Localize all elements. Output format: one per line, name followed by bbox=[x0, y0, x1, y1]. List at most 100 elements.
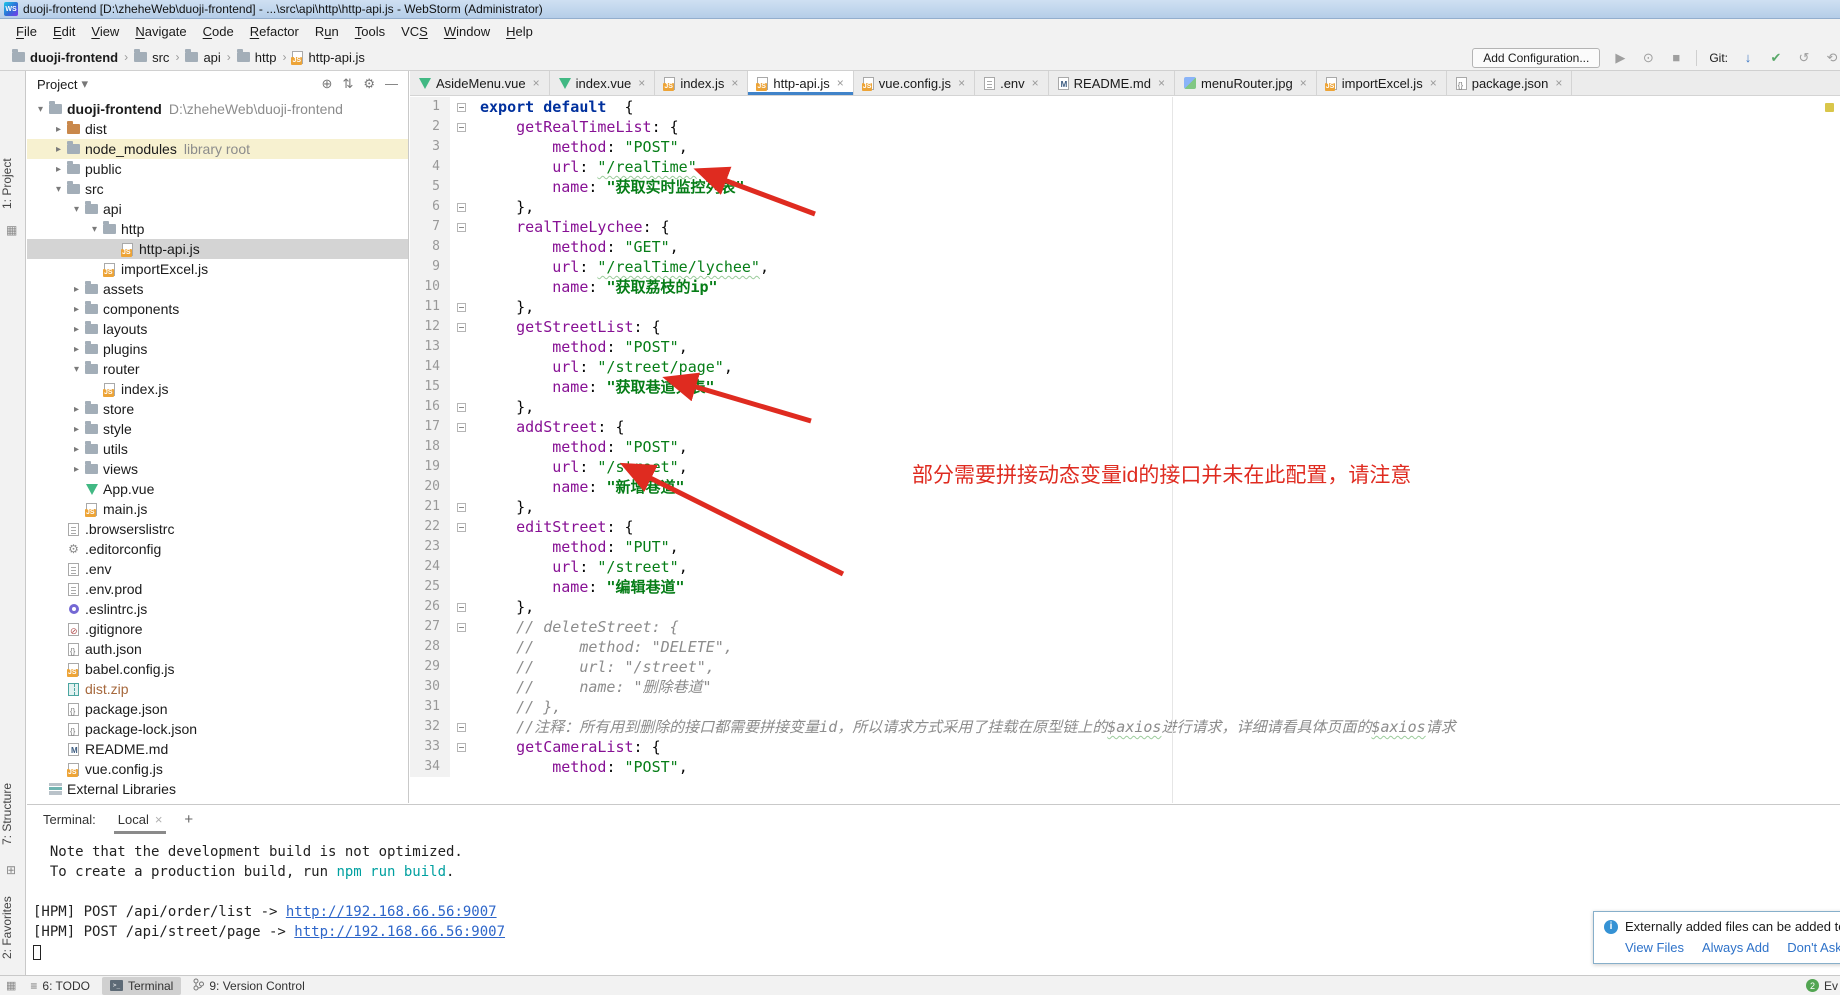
breadcrumb-item-http-api-js[interactable]: http-api.js bbox=[290, 50, 366, 65]
fold-marker[interactable] bbox=[450, 717, 472, 737]
fold-marker[interactable] bbox=[450, 217, 472, 237]
fold-marker[interactable] bbox=[450, 197, 472, 217]
terminal-tab-local[interactable]: Local × bbox=[114, 805, 167, 834]
tree-item--browserslistrc[interactable]: .browserslistrc bbox=[27, 519, 408, 539]
code-line[interactable]: 11 }, bbox=[410, 297, 1840, 317]
line-number[interactable]: 34 bbox=[410, 757, 450, 777]
chevron-down-icon[interactable]: ▾ bbox=[87, 224, 102, 235]
chevron-down-icon[interactable]: ▾ bbox=[81, 76, 88, 92]
breadcrumb-item-http[interactable]: http bbox=[235, 50, 279, 65]
tab-http-api-js[interactable]: http-api.js× bbox=[748, 71, 853, 95]
event-count-badge[interactable]: 2 bbox=[1806, 979, 1819, 992]
line-number[interactable]: 14 bbox=[410, 357, 450, 377]
close-icon[interactable]: × bbox=[1032, 76, 1039, 90]
line-number[interactable]: 21 bbox=[410, 497, 450, 517]
line-number[interactable]: 31 bbox=[410, 697, 450, 717]
fold-box-icon[interactable] bbox=[457, 223, 466, 232]
line-number[interactable]: 9 bbox=[410, 257, 450, 277]
tree-item-components[interactable]: ▸components bbox=[27, 299, 408, 319]
chevron-right-icon[interactable]: ▸ bbox=[51, 124, 66, 135]
code-line[interactable]: 1export default { bbox=[410, 97, 1840, 117]
tree-item--gitignore[interactable]: .gitignore bbox=[27, 619, 408, 639]
line-number[interactable]: 13 bbox=[410, 337, 450, 357]
tree-item-public[interactable]: ▸public bbox=[27, 159, 408, 179]
fold-box-icon[interactable] bbox=[457, 423, 466, 432]
collapse-all-icon[interactable]: ⇅ bbox=[342, 76, 353, 92]
code-line[interactable]: 23 method: "PUT", bbox=[410, 537, 1840, 557]
tree-item--editorconfig[interactable]: .editorconfig bbox=[27, 539, 408, 559]
fold-marker[interactable] bbox=[450, 297, 472, 317]
tree-item-layouts[interactable]: ▸layouts bbox=[27, 319, 408, 339]
tree-item-dist[interactable]: ▸dist bbox=[27, 119, 408, 139]
breadcrumb-item-api[interactable]: api bbox=[183, 50, 222, 65]
fold-marker[interactable] bbox=[450, 397, 472, 417]
fold-box-icon[interactable] bbox=[457, 323, 466, 332]
tree-item-readme-md[interactable]: README.md bbox=[27, 739, 408, 759]
code-line[interactable]: 24 url: "/street", bbox=[410, 557, 1840, 577]
code-line[interactable]: 5 name: "获取实时监控列表" bbox=[410, 177, 1840, 197]
fold-box-icon[interactable] bbox=[457, 523, 466, 532]
tab-vue-config-js[interactable]: vue.config.js× bbox=[854, 71, 975, 95]
fold-marker[interactable] bbox=[450, 517, 472, 537]
code-line[interactable]: 30 // name: "删除巷道" bbox=[410, 677, 1840, 697]
fold-marker[interactable] bbox=[450, 117, 472, 137]
line-number[interactable]: 23 bbox=[410, 537, 450, 557]
tree-item-utils[interactable]: ▸utils bbox=[27, 439, 408, 459]
stripe-project-button[interactable]: 1: Project bbox=[0, 149, 26, 219]
tree-item-auth-json[interactable]: auth.json bbox=[27, 639, 408, 659]
menu-view[interactable]: View bbox=[83, 21, 127, 42]
line-number[interactable]: 24 bbox=[410, 557, 450, 577]
chevron-down-icon[interactable]: ▾ bbox=[69, 204, 84, 215]
tree-item-plugins[interactable]: ▸plugins bbox=[27, 339, 408, 359]
chevron-down-icon[interactable]: ▾ bbox=[51, 184, 66, 195]
code-line[interactable]: 9 url: "/realTime/lychee", bbox=[410, 257, 1840, 277]
tree-item-src[interactable]: ▾src bbox=[27, 179, 408, 199]
chevron-right-icon[interactable]: ▸ bbox=[69, 444, 84, 455]
tree-item-external-libraries[interactable]: External Libraries bbox=[27, 779, 408, 799]
tree-item--env[interactable]: .env bbox=[27, 559, 408, 579]
close-icon[interactable]: × bbox=[1430, 76, 1437, 90]
menu-window[interactable]: Window bbox=[436, 21, 498, 42]
line-number[interactable]: 8 bbox=[410, 237, 450, 257]
fold-marker[interactable] bbox=[450, 97, 472, 117]
code-line[interactable]: 28 // method: "DELETE", bbox=[410, 637, 1840, 657]
line-number[interactable]: 15 bbox=[410, 377, 450, 397]
line-number[interactable]: 28 bbox=[410, 637, 450, 657]
code-line[interactable]: 31 // }, bbox=[410, 697, 1840, 717]
tree-item-package-lock-json[interactable]: package-lock.json bbox=[27, 719, 408, 739]
fold-box-icon[interactable] bbox=[457, 203, 466, 212]
line-number[interactable]: 29 bbox=[410, 657, 450, 677]
statusbar-9--version-control[interactable]: 9: Version Control bbox=[185, 977, 312, 995]
tree-item-api[interactable]: ▾api bbox=[27, 199, 408, 219]
tree-item-index-js[interactable]: index.js bbox=[27, 379, 408, 399]
tab-menurouter-jpg[interactable]: menuRouter.jpg× bbox=[1175, 71, 1317, 95]
line-number[interactable]: 33 bbox=[410, 737, 450, 757]
code-line[interactable]: 21 }, bbox=[410, 497, 1840, 517]
code-line[interactable]: 32 //注释：所有用到删除的接口都需要拼接变量id，所以请求方式采用了挂载在原… bbox=[410, 717, 1840, 737]
code-line[interactable]: 18 method: "POST", bbox=[410, 437, 1840, 457]
tab-index-js[interactable]: index.js× bbox=[655, 71, 748, 95]
close-icon[interactable]: × bbox=[1158, 76, 1165, 90]
fold-box-icon[interactable] bbox=[457, 723, 466, 732]
notification-action-view-files[interactable]: View Files bbox=[1625, 940, 1684, 955]
git-commit-icon[interactable]: ✔ bbox=[1768, 50, 1784, 66]
code-line[interactable]: 22 editStreet: { bbox=[410, 517, 1840, 537]
line-number[interactable]: 16 bbox=[410, 397, 450, 417]
close-icon[interactable]: × bbox=[533, 76, 540, 90]
locate-icon[interactable]: ⊕ bbox=[322, 76, 333, 92]
terminal-cursor[interactable] bbox=[33, 945, 41, 960]
fold-marker[interactable] bbox=[450, 417, 472, 437]
tree-item--env-prod[interactable]: .env.prod bbox=[27, 579, 408, 599]
line-number[interactable]: 3 bbox=[410, 137, 450, 157]
fold-box-icon[interactable] bbox=[457, 123, 466, 132]
fold-marker[interactable] bbox=[450, 737, 472, 757]
event-log-label[interactable]: Ev bbox=[1824, 979, 1838, 993]
chevron-right-icon[interactable]: ▸ bbox=[69, 304, 84, 315]
fold-box-icon[interactable] bbox=[457, 103, 466, 112]
stop-icon[interactable]: ■ bbox=[1668, 50, 1684, 65]
tree-item-dist-zip[interactable]: dist.zip bbox=[27, 679, 408, 699]
breadcrumb-item-duoji-frontend[interactable]: duoji-frontend bbox=[10, 50, 120, 65]
terminal-output[interactable]: Note that the development build is not o… bbox=[27, 834, 1840, 962]
fold-marker[interactable] bbox=[450, 597, 472, 617]
code-line[interactable]: 29 // url: "/street", bbox=[410, 657, 1840, 677]
